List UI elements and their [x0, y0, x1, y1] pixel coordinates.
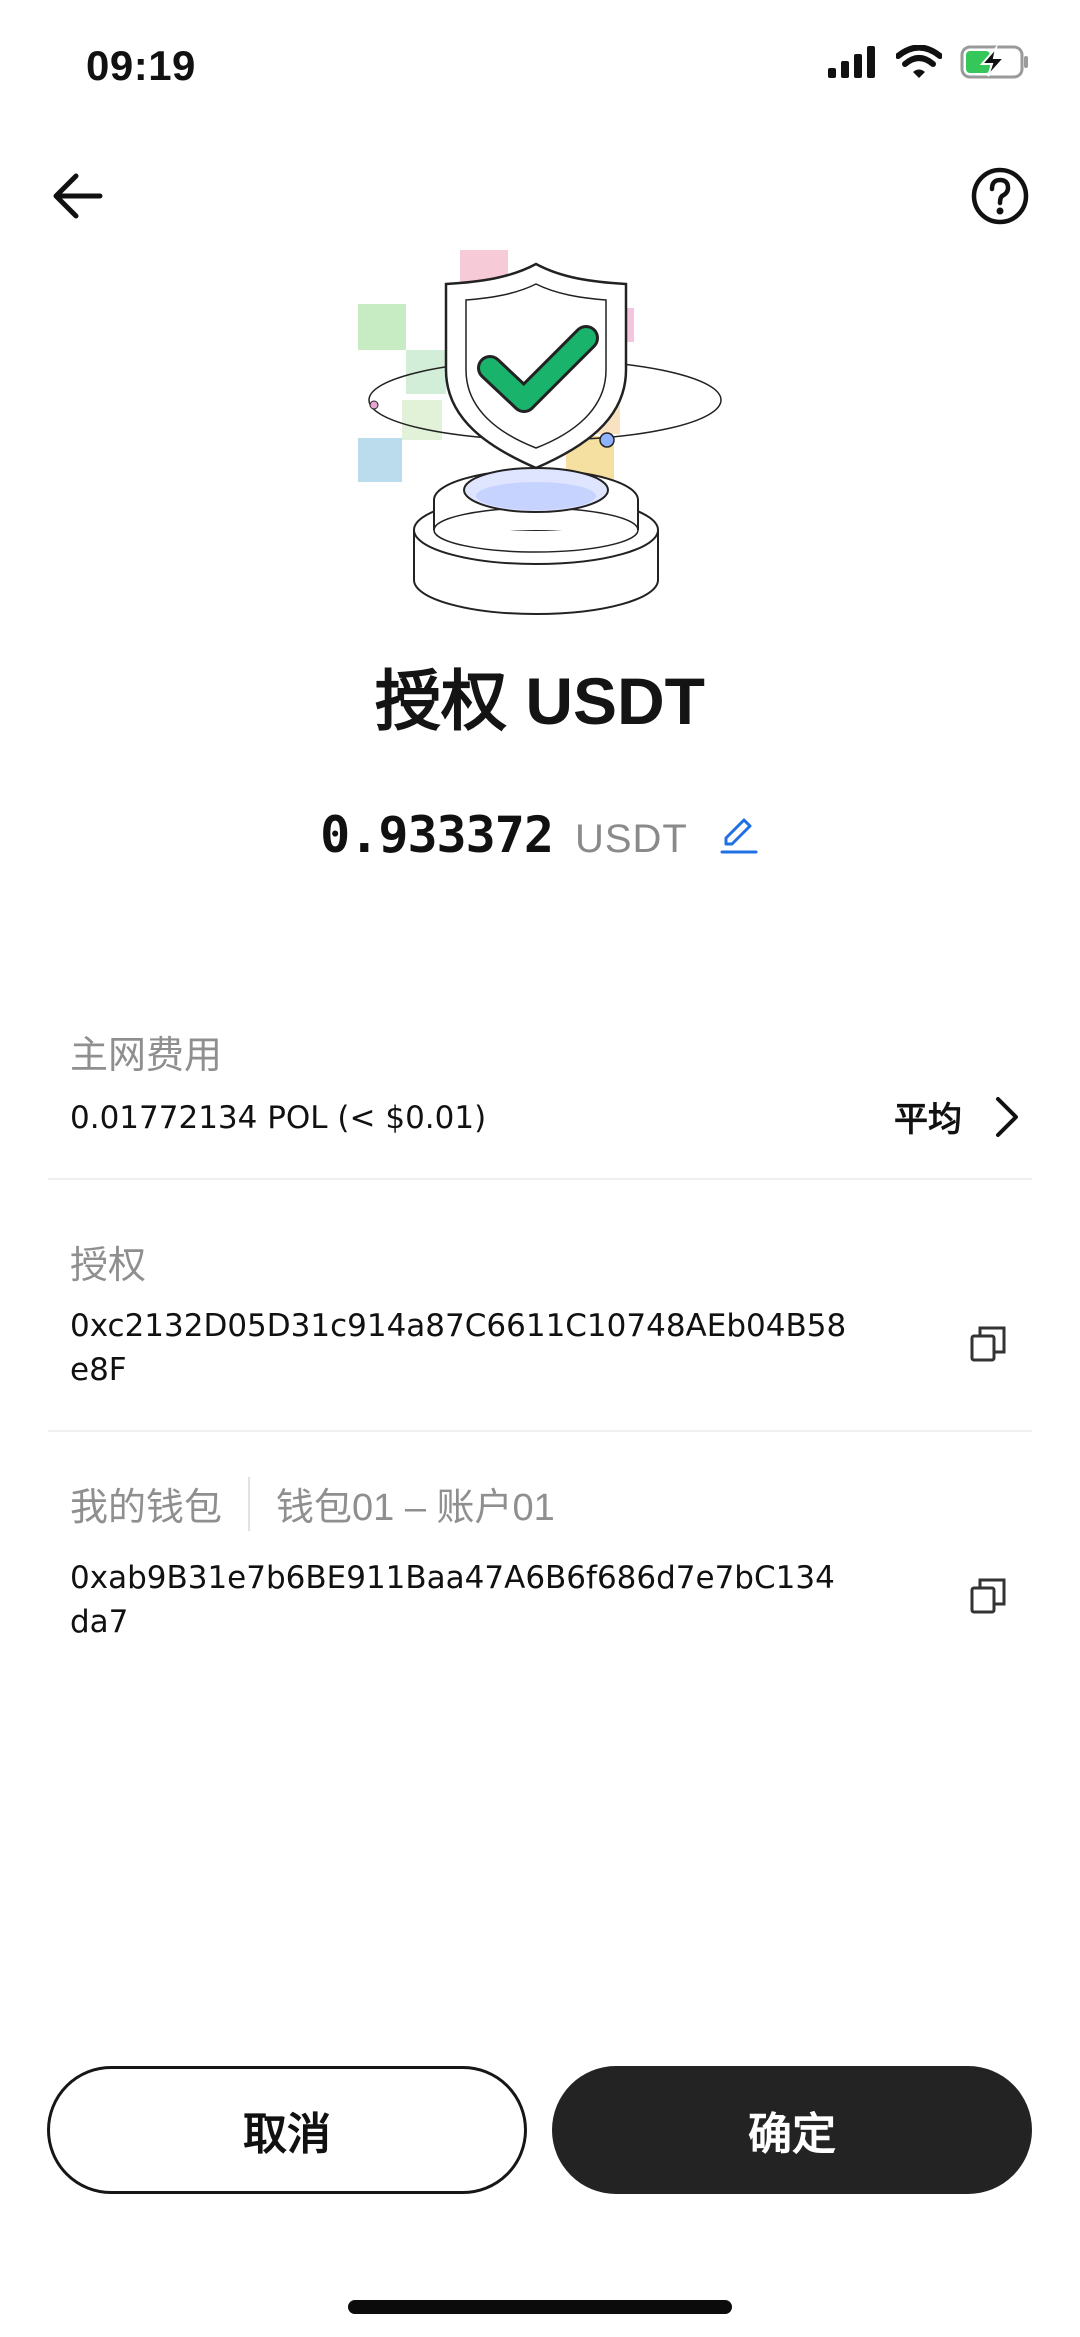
- copy-icon[interactable]: [966, 1322, 1010, 1366]
- amount-row: 0.933372 USDT: [0, 806, 1080, 864]
- fee-speed-label: 平均: [894, 1101, 962, 1139]
- home-indicator: [348, 2300, 732, 2314]
- network-fee-value: 0.01772134 POL (< $0.01): [70, 1100, 487, 1136]
- edit-pencil-icon[interactable]: [718, 814, 760, 856]
- network-fee-label: 主网费用: [70, 1035, 223, 1077]
- back-arrow-icon[interactable]: [44, 160, 116, 232]
- help-question-icon[interactable]: [964, 160, 1036, 232]
- chevron-right-icon: [996, 1096, 1018, 1137]
- authorize-address: 0xc2132D05D31c914a87C6611C10748AEb04B58e…: [70, 1308, 847, 1388]
- cancel-button[interactable]: 取消: [47, 2066, 527, 2194]
- page-title: 授权 USDT: [375, 664, 705, 738]
- status-time: 09:19: [86, 42, 196, 89]
- shield-check-illustration: [358, 250, 722, 615]
- amount-unit: USDT: [574, 817, 688, 861]
- wifi-icon: [896, 45, 942, 78]
- authorize-label: 授权: [70, 1245, 147, 1287]
- wallet-header: 我的钱包 钱包01 – 账户01: [70, 1476, 555, 1531]
- fee-speed-selector[interactable]: 平均: [894, 1092, 1022, 1141]
- battery-charging-icon: [960, 44, 1028, 79]
- divider: [48, 1430, 1032, 1432]
- wallet-account: 钱包01 – 账户01: [276, 1487, 555, 1529]
- status-icons: [828, 44, 1030, 80]
- amount-value: 0.933372: [320, 806, 554, 864]
- wallet-label: 我的钱包: [70, 1487, 223, 1529]
- wallet-address: 0xab9B31e7b6BE911Baa47A6B6f686d7e7bC134d…: [70, 1560, 835, 1640]
- cellular-signal-icon: [828, 46, 875, 78]
- confirm-button[interactable]: 确定: [552, 2066, 1032, 2194]
- divider: [48, 1178, 1032, 1180]
- separator: [248, 1476, 251, 1531]
- copy-icon[interactable]: [966, 1574, 1010, 1618]
